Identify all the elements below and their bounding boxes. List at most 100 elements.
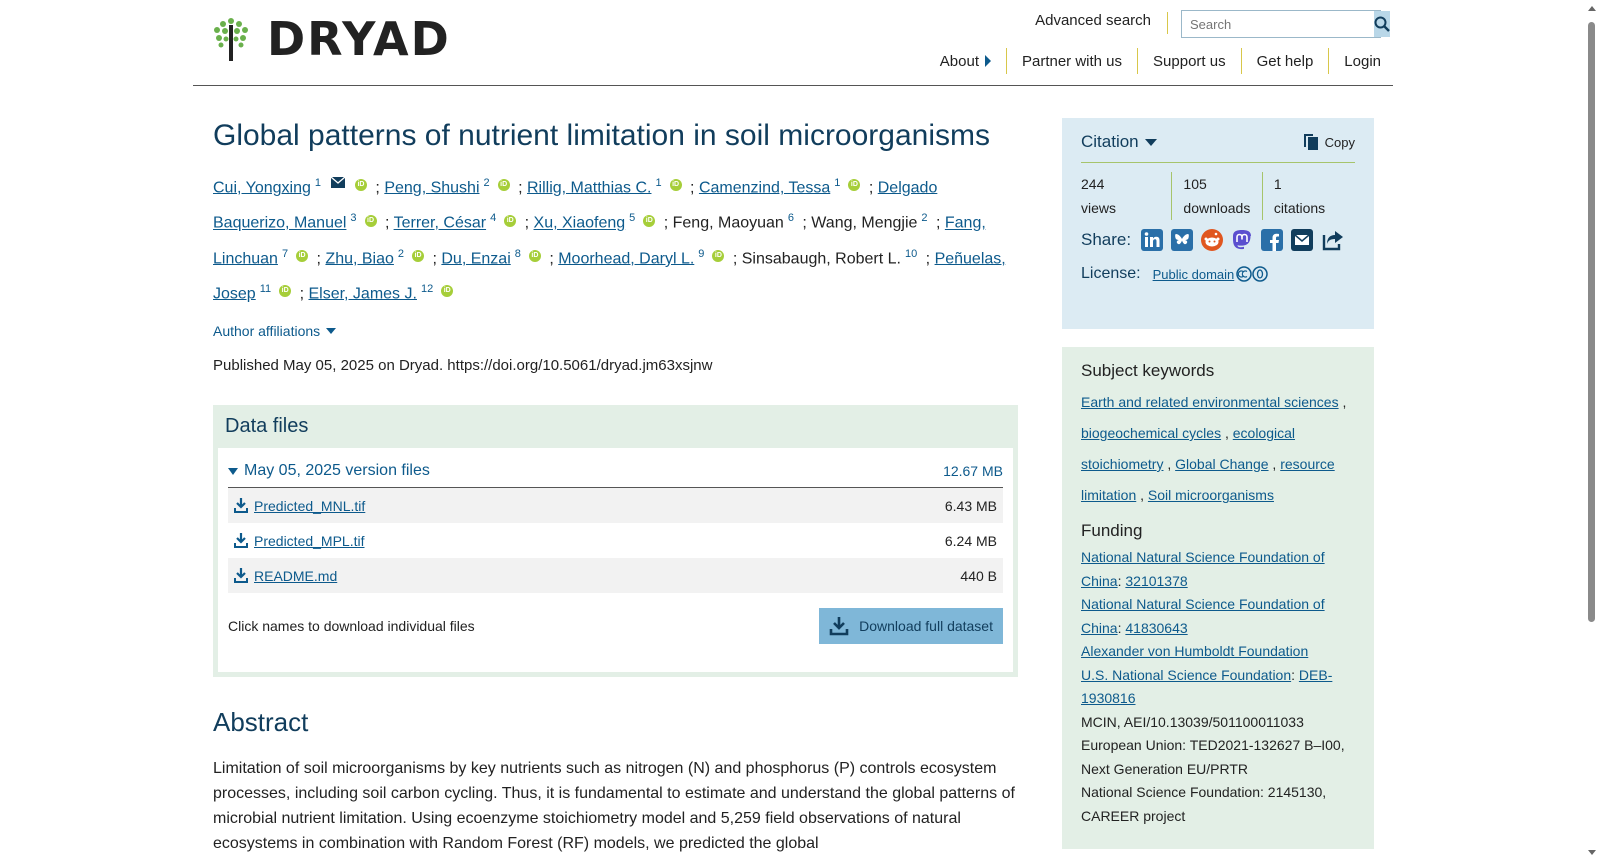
download-full-dataset-button[interactable]: Download full dataset bbox=[819, 608, 1003, 645]
author-affiliation-number[interactable]: 1 bbox=[834, 177, 840, 189]
funding-entry: National Natural Science Foundation of C… bbox=[1081, 549, 1325, 589]
scrollbar-thumb[interactable] bbox=[1588, 22, 1595, 622]
version-header[interactable]: May 05, 2025 version files 12.67 MB bbox=[228, 462, 1003, 489]
author-name[interactable]: Zhu, Biao bbox=[325, 250, 393, 267]
nav-about[interactable]: About bbox=[925, 48, 1006, 74]
funding-entry: European Union: TED2021-132627 B–I00, Ne… bbox=[1081, 734, 1355, 781]
author-affiliation-number[interactable]: 11 bbox=[260, 283, 271, 295]
author-affiliation-number[interactable]: 7 bbox=[282, 248, 288, 260]
author-affiliation-number[interactable]: 9 bbox=[698, 248, 704, 260]
orcid-icon[interactable]: iD bbox=[669, 179, 682, 192]
author-affiliation-number[interactable]: 3 bbox=[350, 212, 356, 224]
mastodon-icon[interactable] bbox=[1231, 229, 1253, 251]
download-hint: Click names to download individual files bbox=[228, 618, 475, 635]
file-row: Predicted_MNL.tif 6.43 MB bbox=[228, 488, 1003, 524]
author-affiliation-number[interactable]: 5 bbox=[629, 212, 635, 224]
page-scrollbar[interactable] bbox=[1584, 0, 1600, 861]
keyword-link[interactable]: Earth and related environmental sciences bbox=[1081, 394, 1339, 410]
author-affiliation-number[interactable]: 1 bbox=[315, 177, 321, 189]
share-icon[interactable] bbox=[1321, 229, 1345, 251]
author-name[interactable]: Rillig, Matthias C. bbox=[527, 179, 651, 196]
author-affiliation-number[interactable]: 4 bbox=[490, 212, 496, 224]
author-name[interactable]: Camenzind, Tessa bbox=[699, 179, 830, 196]
file-download-link[interactable]: Predicted_MNL.tif bbox=[234, 498, 365, 514]
keywords-heading: Subject keywords bbox=[1081, 361, 1215, 380]
copy-label: Copy bbox=[1324, 134, 1355, 150]
funder-name[interactable]: National Natural Science Foundation of C… bbox=[1081, 596, 1325, 636]
search-button[interactable] bbox=[1374, 11, 1390, 37]
orcid-icon[interactable]: iD bbox=[497, 179, 510, 192]
email-icon[interactable] bbox=[330, 169, 346, 199]
author-affiliation-number[interactable]: 2 bbox=[484, 177, 490, 189]
linkedin-icon[interactable] bbox=[1141, 229, 1164, 251]
nav-help[interactable]: Get help bbox=[1240, 48, 1329, 74]
nav-login[interactable]: Login bbox=[1328, 48, 1381, 74]
author-affiliation-number[interactable]: 10 bbox=[905, 248, 917, 260]
nav-partner[interactable]: Partner with us bbox=[1005, 48, 1137, 74]
advanced-search-link[interactable]: Advanced search bbox=[1035, 12, 1168, 34]
funding-heading: Funding bbox=[1081, 521, 1143, 540]
citation-toggle[interactable]: Citation bbox=[1081, 132, 1157, 152]
author-name: Feng, Maoyuan bbox=[672, 214, 784, 232]
funder-name[interactable]: U.S. National Science Foundation bbox=[1081, 667, 1291, 683]
affiliations-label: Author affiliations bbox=[213, 323, 321, 340]
bluesky-icon[interactable] bbox=[1171, 229, 1194, 251]
author-name[interactable]: Peng, Shushi bbox=[384, 179, 479, 196]
author-name[interactable]: Cui, Yongxing bbox=[213, 179, 311, 196]
email-icon[interactable] bbox=[1291, 229, 1314, 251]
scroll-down-arrow-icon[interactable] bbox=[1588, 850, 1596, 855]
orcid-icon[interactable]: iD bbox=[504, 214, 517, 227]
file-name: Predicted_MPL.tif bbox=[254, 532, 365, 549]
author-name[interactable]: Moorhead, Daryl L. bbox=[558, 250, 694, 267]
file-download-link[interactable]: README.md bbox=[234, 568, 337, 584]
facebook-icon[interactable] bbox=[1261, 229, 1284, 251]
download-icon bbox=[829, 617, 849, 636]
orcid-icon[interactable]: iD bbox=[412, 249, 425, 262]
copy-citation-button[interactable]: Copy bbox=[1303, 133, 1355, 151]
author-name[interactable]: Terrer, César bbox=[394, 215, 486, 232]
orcid-icon[interactable]: iD bbox=[364, 214, 377, 227]
author-name[interactable]: Elser, James J. bbox=[308, 285, 416, 302]
share-row: Share: bbox=[1081, 229, 1355, 251]
award-number-link[interactable]: 41830643 bbox=[1125, 620, 1187, 636]
author-affiliation-number[interactable]: 2 bbox=[398, 248, 404, 260]
author-name[interactable]: Du, Enzai bbox=[441, 250, 510, 267]
funder-name[interactable]: Alexander von Humboldt Foundation bbox=[1081, 643, 1308, 659]
download-icon bbox=[234, 568, 248, 584]
orcid-icon[interactable]: iD bbox=[441, 285, 454, 298]
reddit-icon[interactable] bbox=[1201, 229, 1224, 251]
keyword-link[interactable]: Soil microorganisms bbox=[1148, 487, 1274, 503]
orcid-icon[interactable]: iD bbox=[712, 249, 725, 262]
author-affiliation-number[interactable]: 2 bbox=[921, 212, 927, 224]
funding-entry: Alexander von Humboldt Foundation bbox=[1081, 640, 1355, 664]
license-link[interactable]: Public domain bbox=[1153, 267, 1235, 282]
funder-name: European Union: TED2021-132627 B–I00, Ne… bbox=[1081, 737, 1345, 777]
dryad-logo[interactable]: DRYAD bbox=[213, 16, 451, 62]
search-box bbox=[1181, 10, 1390, 38]
keyword-link[interactable]: biogeochemical cycles bbox=[1081, 425, 1221, 441]
award-number-link[interactable]: 32101378 bbox=[1125, 573, 1187, 589]
logo-wordmark: DRYAD bbox=[267, 12, 451, 66]
orcid-icon[interactable]: iD bbox=[643, 214, 656, 227]
scroll-up-arrow-icon[interactable] bbox=[1588, 6, 1596, 11]
author-affiliations-toggle[interactable]: Author affiliations bbox=[213, 323, 1018, 339]
share-label: Share: bbox=[1081, 230, 1132, 249]
orcid-icon[interactable]: iD bbox=[354, 179, 367, 192]
metric-value: 244 bbox=[1081, 176, 1105, 192]
orcid-icon[interactable]: iD bbox=[528, 249, 541, 262]
orcid-icon[interactable]: iD bbox=[296, 249, 309, 262]
author-affiliation-number[interactable]: 8 bbox=[515, 248, 521, 260]
author-affiliation-number[interactable]: 1 bbox=[655, 177, 661, 189]
orcid-icon[interactable]: iD bbox=[279, 285, 292, 298]
orcid-icon[interactable]: iD bbox=[848, 179, 861, 192]
search-input[interactable] bbox=[1182, 11, 1374, 37]
author-affiliation-number[interactable]: 6 bbox=[788, 212, 794, 224]
keyword-link[interactable]: Global Change bbox=[1175, 456, 1268, 472]
funder-name: MCIN, AEI/10.13039/501100011033 bbox=[1081, 713, 1304, 730]
funder-name[interactable]: National Natural Science Foundation of C… bbox=[1081, 549, 1325, 589]
nav-support[interactable]: Support us bbox=[1137, 48, 1241, 74]
author-affiliation-number[interactable]: 12 bbox=[421, 283, 433, 295]
file-download-link[interactable]: Predicted_MPL.tif bbox=[234, 533, 365, 549]
funder-name: National Science Foundation: 2145130, CA… bbox=[1081, 784, 1327, 824]
author-name[interactable]: Xu, Xiaofeng bbox=[534, 215, 626, 232]
